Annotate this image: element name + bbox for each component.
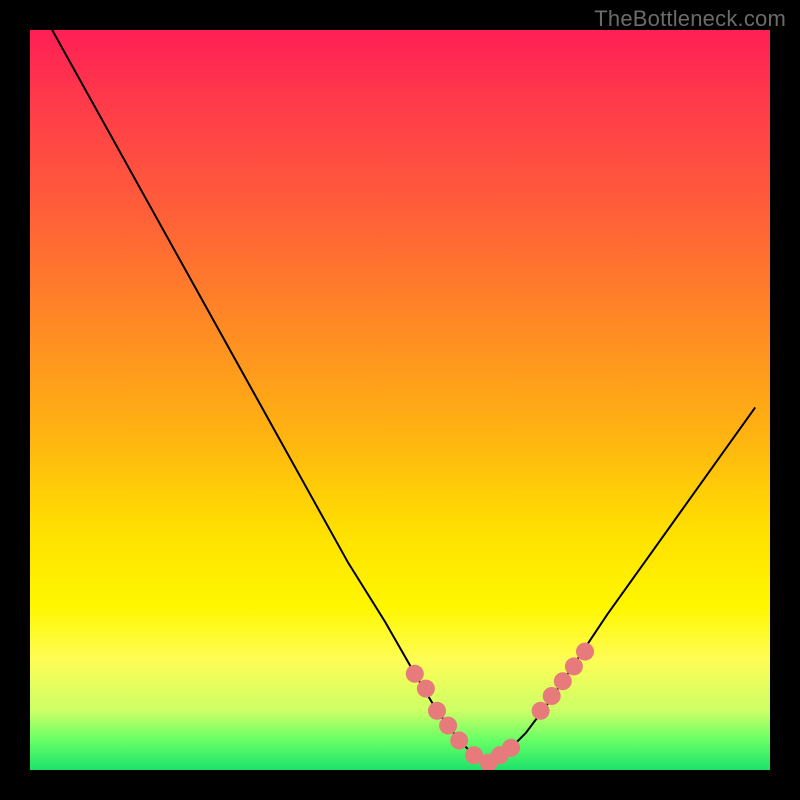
highlight-marker: [532, 702, 550, 720]
chart-svg: [30, 30, 770, 770]
highlight-marker: [502, 739, 520, 757]
highlight-marker: [554, 672, 572, 690]
highlight-marker: [417, 680, 435, 698]
highlight-marker: [576, 643, 594, 661]
highlight-marker: [565, 657, 583, 675]
plot-area: [30, 30, 770, 770]
highlight-marker: [428, 702, 446, 720]
highlight-marker: [450, 731, 468, 749]
bottleneck-curve-line: [52, 30, 755, 763]
highlight-marker: [543, 687, 561, 705]
highlight-marker: [439, 717, 457, 735]
highlight-markers: [406, 643, 594, 770]
chart-frame: TheBottleneck.com: [0, 0, 800, 800]
highlight-marker: [406, 665, 424, 683]
watermark-text: TheBottleneck.com: [594, 6, 786, 32]
